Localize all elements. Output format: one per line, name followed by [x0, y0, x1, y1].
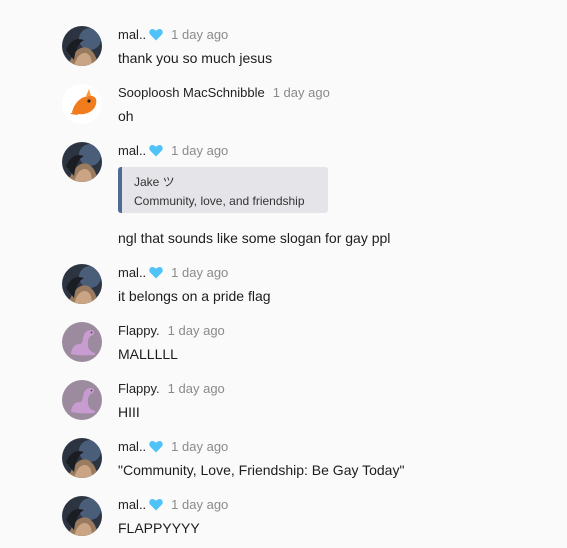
reply-quote[interactable]: Jake ツ Community, love, and friendship	[118, 167, 328, 213]
author-name[interactable]: mal..	[118, 265, 146, 280]
dark-photo-avatar-icon	[62, 496, 102, 536]
timestamp: 1 day ago	[272, 85, 330, 100]
author-name[interactable]: mal..	[118, 497, 146, 512]
timestamp: 1 day ago	[171, 439, 229, 454]
timestamp: 1 day ago	[171, 143, 229, 158]
message-text: oh	[118, 108, 134, 124]
message-feed: mal.. 1 day ago thank you so much jesus S…	[0, 0, 567, 548]
message-header: mal.. 1 day ago	[118, 439, 228, 457]
user-avatar-mal[interactable]	[62, 26, 102, 66]
timestamp: 1 day ago	[167, 381, 225, 396]
dark-photo-avatar-icon	[62, 142, 102, 182]
dark-photo-avatar-icon	[62, 26, 102, 66]
message-text: MALLLLL	[118, 346, 178, 362]
author-name[interactable]: mal..	[118, 143, 146, 158]
user-avatar-flappy[interactable]	[62, 322, 102, 362]
blue-heart-icon	[149, 144, 163, 161]
timestamp: 1 day ago	[167, 323, 225, 338]
purple-dinosaur-avatar-icon	[62, 380, 102, 420]
message-header: Flappy. 1 day ago	[118, 381, 225, 397]
quote-author: Jake ツ	[134, 175, 175, 189]
blue-heart-icon	[149, 28, 163, 45]
blue-heart-icon	[149, 440, 163, 457]
dark-photo-avatar-icon	[62, 264, 102, 304]
message-text: ngl that sounds like some slogan for gay…	[118, 230, 391, 246]
quote-text: Community, love, and friendship	[134, 194, 305, 208]
purple-dinosaur-avatar-icon	[62, 322, 102, 362]
timestamp: 1 day ago	[171, 497, 229, 512]
user-avatar-mal[interactable]	[62, 264, 102, 304]
dark-photo-avatar-icon	[62, 438, 102, 478]
user-avatar-mal[interactable]	[62, 438, 102, 478]
author-name[interactable]: Flappy.	[118, 323, 160, 338]
message-header: Flappy. 1 day ago	[118, 323, 225, 339]
author-name[interactable]: Sooploosh MacSchnibble	[118, 85, 265, 100]
author-name[interactable]: mal..	[118, 27, 146, 42]
user-avatar-sooploosh[interactable]	[62, 84, 102, 124]
message-header: mal.. 1 day ago	[118, 27, 228, 45]
message-text: "Community, Love, Friendship: Be Gay Tod…	[118, 462, 405, 478]
author-name[interactable]: Flappy.	[118, 381, 160, 396]
user-avatar-flappy[interactable]	[62, 380, 102, 420]
message-text: thank you so much jesus	[118, 50, 273, 66]
blue-heart-icon	[149, 498, 163, 515]
author-name[interactable]: mal..	[118, 439, 146, 454]
message-text: FLAPPYYYY	[118, 520, 200, 536]
timestamp: 1 day ago	[171, 27, 229, 42]
message-text: it belongs on a pride flag	[118, 288, 271, 304]
message-header: mal.. 1 day ago	[118, 497, 228, 515]
message-header: mal.. 1 day ago	[118, 265, 228, 283]
message-header: Sooploosh MacSchnibble 1 day ago	[118, 85, 330, 101]
orange-creature-avatar-icon	[62, 84, 102, 124]
blue-heart-icon	[149, 266, 163, 283]
message-header: mal.. 1 day ago	[118, 143, 228, 161]
message-text: HIII	[118, 404, 140, 420]
timestamp: 1 day ago	[171, 265, 229, 280]
user-avatar-mal[interactable]	[62, 142, 102, 182]
user-avatar-mal[interactable]	[62, 496, 102, 536]
